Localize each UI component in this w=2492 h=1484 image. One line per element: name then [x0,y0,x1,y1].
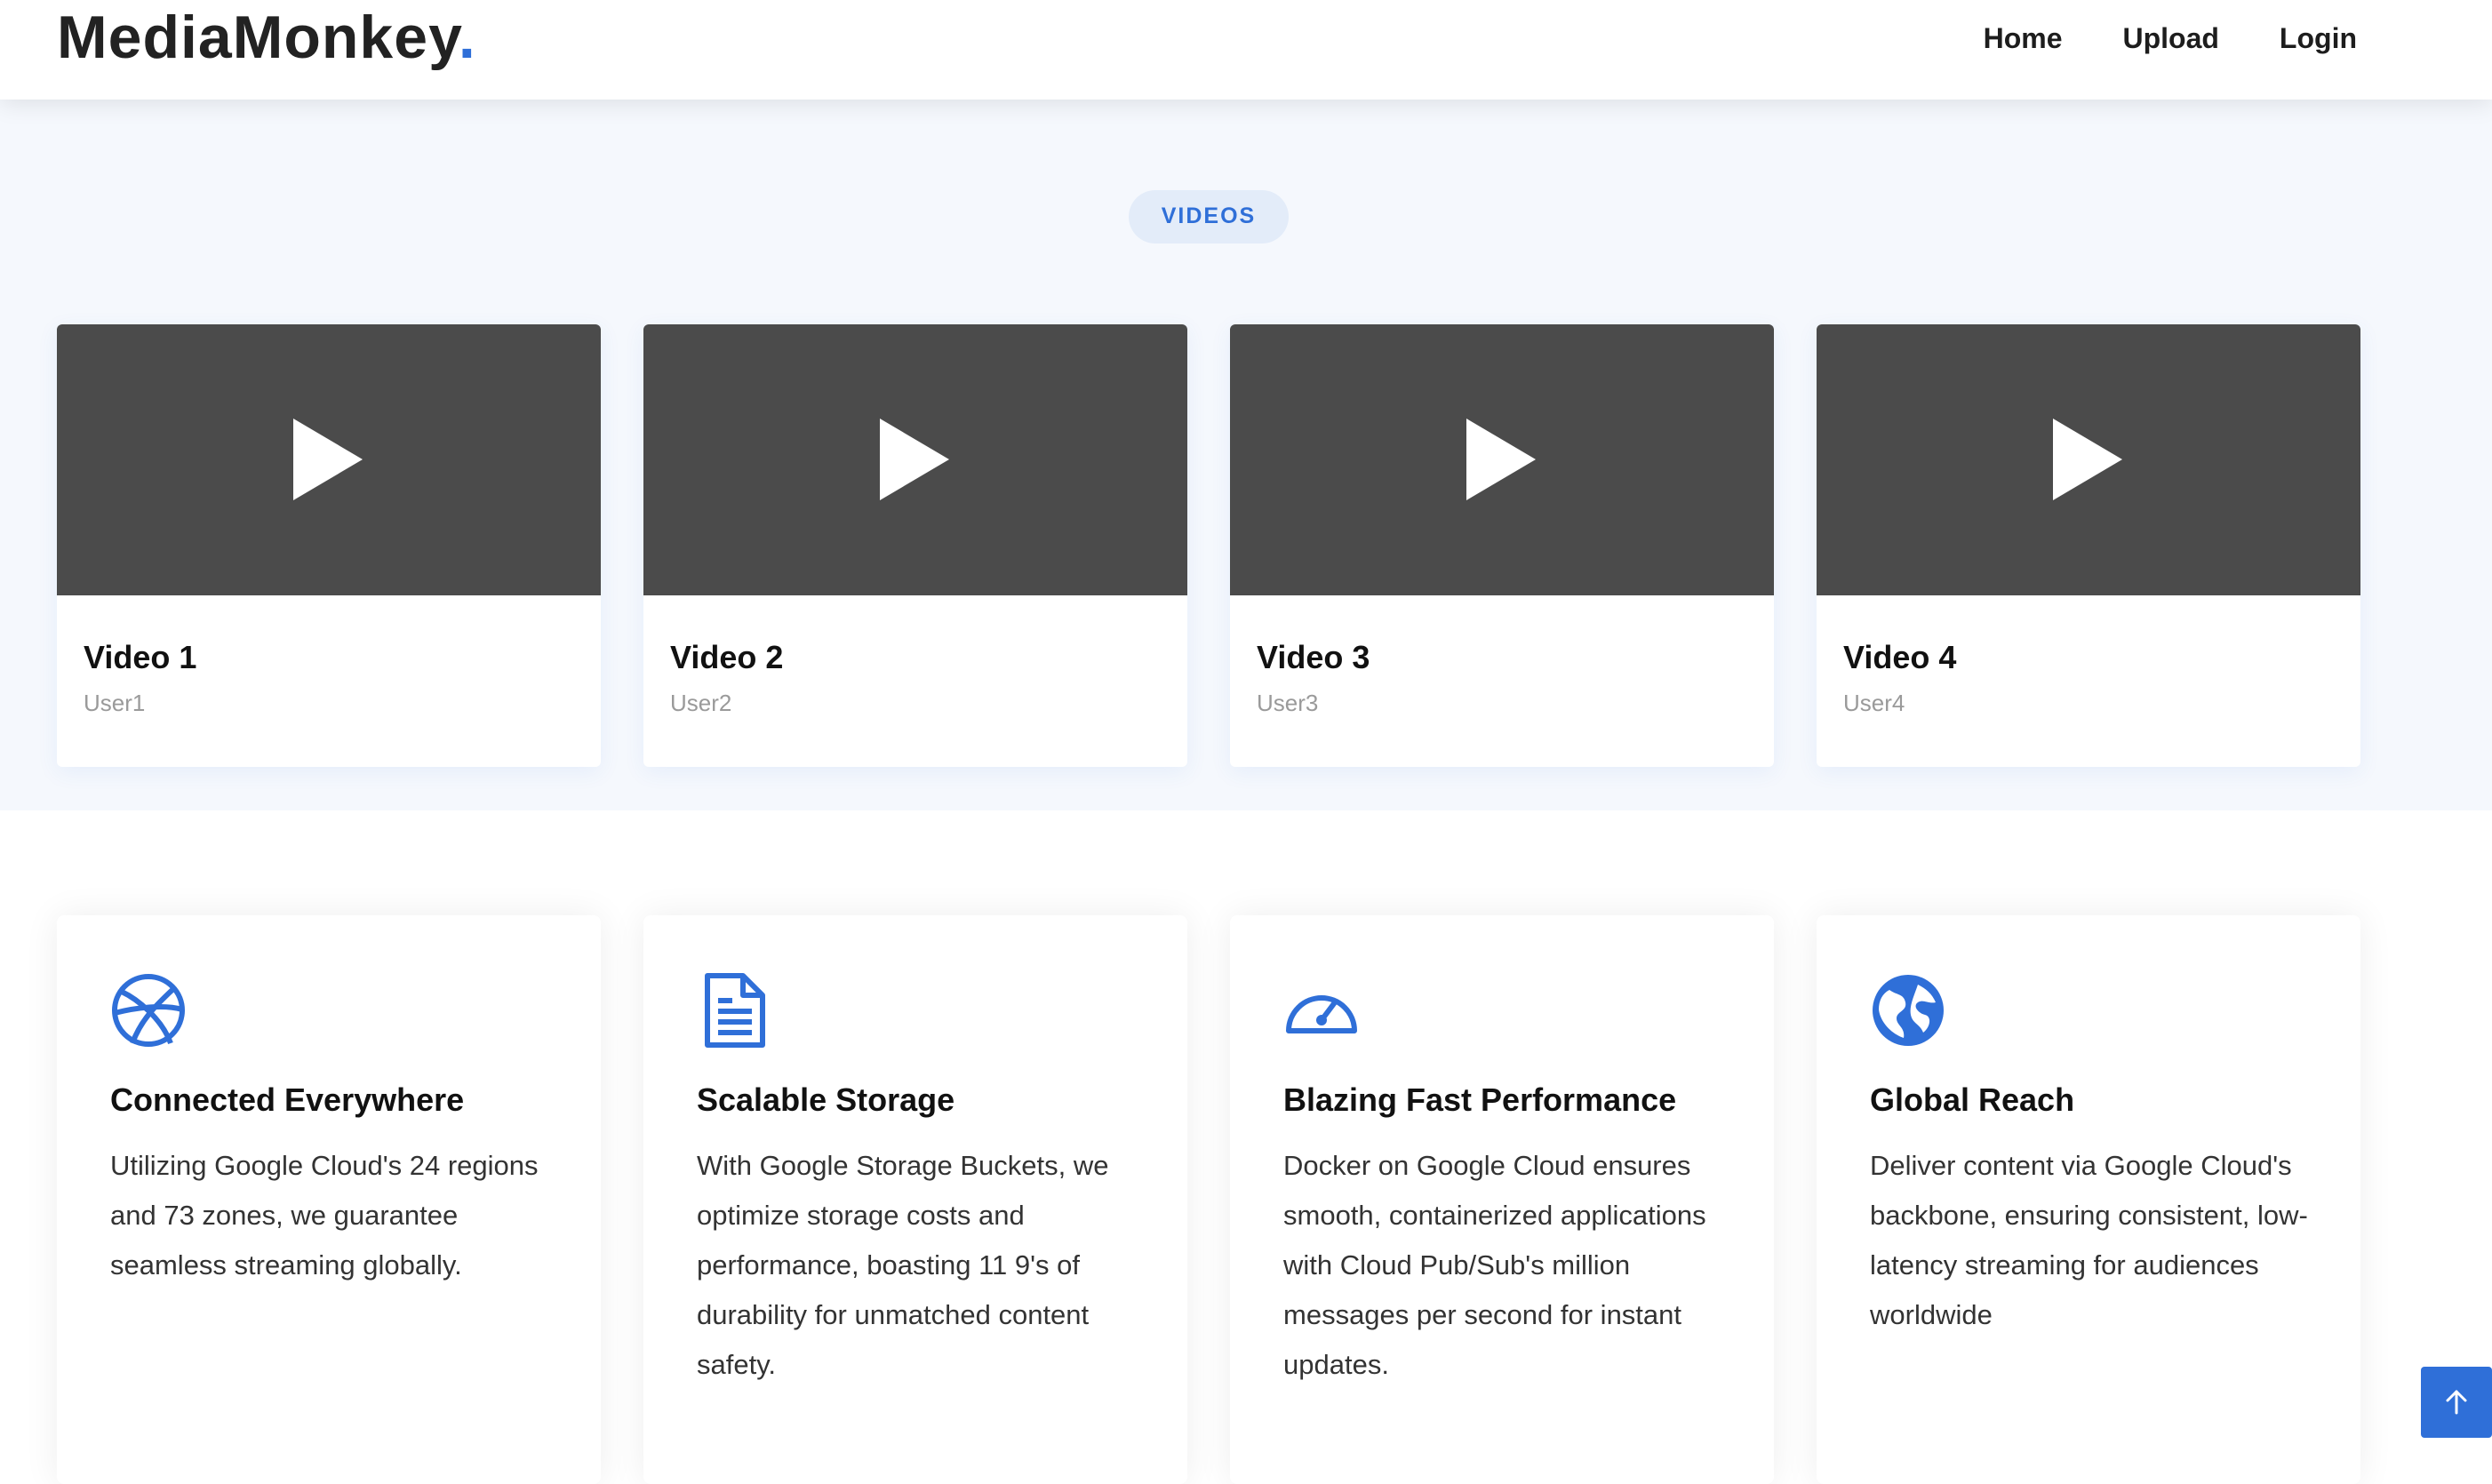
nav-upload-link[interactable]: Upload [2122,16,2218,60]
video-thumbnail[interactable] [643,324,1187,595]
play-icon [293,419,363,500]
back-to-top-button[interactable] [2421,1367,2492,1438]
feature-description: Docker on Google Cloud ensures smooth, c… [1283,1150,1706,1380]
videos-section: VIDEOS Video 1 User1 Video 2 User2 Video… [0,100,2492,810]
video-card[interactable]: Video 3 User3 [1230,324,1774,767]
video-user: User1 [84,690,146,716]
play-icon [2053,419,2122,500]
video-grid: Video 1 User1 Video 2 User2 Video 3 User… [57,324,2360,767]
video-user: User4 [1843,690,1905,716]
video-user: User2 [670,690,732,716]
logo-text: MediaMonkey [57,4,459,71]
video-title[interactable]: Video 1 [84,638,601,677]
feature-description: Utilizing Google Cloud's 24 regions and … [110,1150,539,1281]
video-thumbnail[interactable] [1817,324,2360,595]
features-section: Connected Everywhere Utilizing Google Cl… [57,915,2360,1484]
feature-title: Blazing Fast Performance [1283,1081,1677,1118]
play-icon [880,419,949,500]
video-card[interactable]: Video 2 User2 [643,324,1187,767]
video-title[interactable]: Video 2 [670,638,1187,677]
nav-home-link[interactable]: Home [1984,16,2063,60]
site-header: MediaMonkey. Home Upload Login [0,0,2492,100]
feature-title: Global Reach [1870,1081,2075,1118]
feature-card: Global Reach Deliver content via Google … [1817,915,2360,1484]
logo-dot: . [458,4,476,71]
feature-title: Connected Everywhere [110,1081,465,1118]
feature-card: Scalable Storage With Google Storage Buc… [643,915,1187,1484]
dribbble-icon [112,974,185,1047]
play-icon [1466,419,1536,500]
video-card[interactable]: Video 4 User4 [1817,324,2360,767]
speedometer-icon [1286,995,1357,1033]
video-title[interactable]: Video 3 [1257,638,1774,677]
feature-card: Connected Everywhere Utilizing Google Cl… [57,915,601,1484]
arrow-up-icon [2446,1390,2467,1415]
main-nav: Home Upload Login [1984,16,2357,60]
video-card[interactable]: Video 1 User1 [57,324,601,767]
feature-title: Scalable Storage [697,1081,955,1118]
feature-description: Deliver content via Google Cloud's backb… [1870,1150,2308,1330]
file-text-icon [705,973,765,1048]
video-user: User3 [1257,690,1319,716]
feature-description: With Google Storage Buckets, we optimize… [697,1150,1109,1380]
video-thumbnail[interactable] [57,324,601,595]
section-badge: VIDEOS [1129,190,1289,243]
globe-icon [1873,975,1944,1046]
site-logo[interactable]: MediaMonkey. [57,2,476,73]
video-title[interactable]: Video 4 [1843,638,2360,677]
feature-card: Blazing Fast Performance Docker on Googl… [1230,915,1774,1484]
nav-login-link[interactable]: Login [2280,16,2357,60]
video-thumbnail[interactable] [1230,324,1774,595]
